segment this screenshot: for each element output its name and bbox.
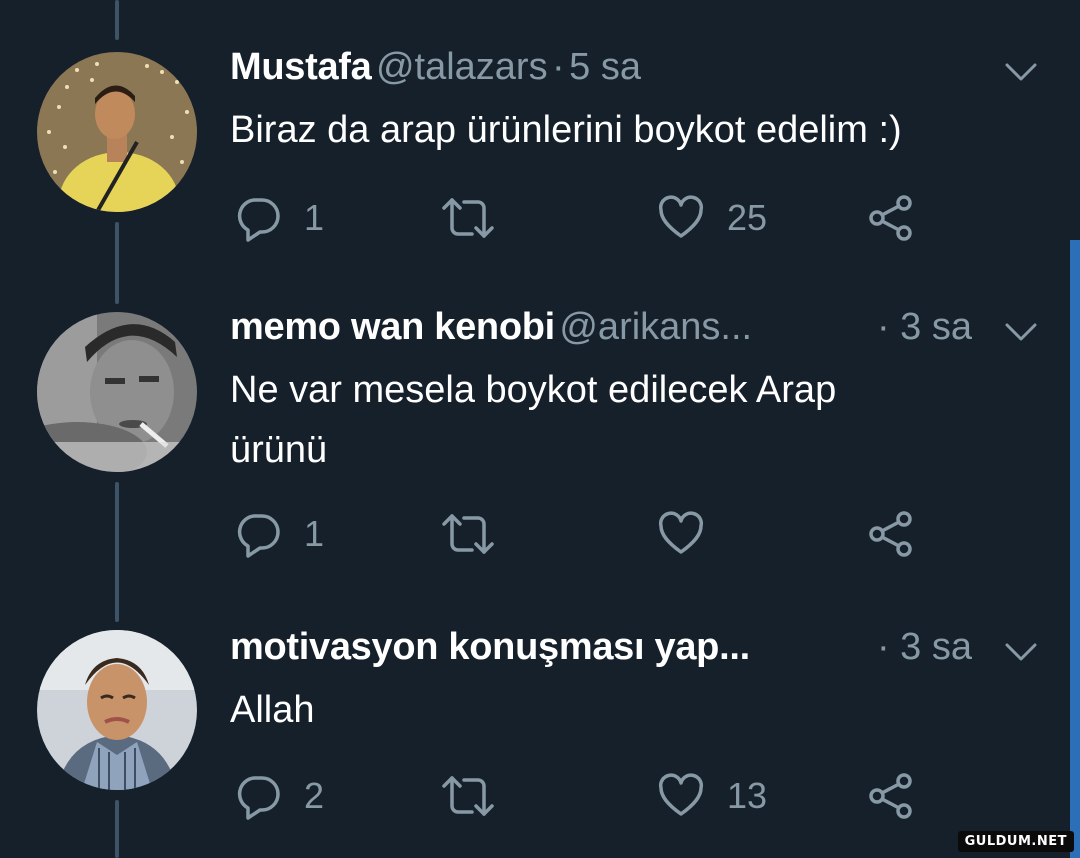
user-name[interactable]: Mustafa bbox=[230, 46, 372, 88]
reply-button[interactable]: 1 bbox=[234, 510, 324, 558]
user-name[interactable]: motivasyon konuşması yap... bbox=[230, 626, 750, 668]
timestamp[interactable]: · 3 sa bbox=[877, 306, 972, 349]
time-separator: · bbox=[552, 46, 565, 88]
reply-count: 2 bbox=[304, 775, 325, 816]
avatar[interactable] bbox=[37, 52, 197, 212]
reply-count: 1 bbox=[304, 197, 325, 238]
avatar[interactable] bbox=[37, 630, 197, 790]
tweet-1[interactable]: Mustafa @talazars · 5 sa Biraz da arap ü… bbox=[0, 0, 1080, 260]
share-button[interactable] bbox=[866, 510, 916, 558]
heart-icon bbox=[658, 195, 704, 238]
tweet-text: Allah bbox=[230, 689, 315, 731]
tweet-text-line-2: ürünü bbox=[230, 429, 328, 471]
timestamp[interactable]: 5 sa bbox=[569, 46, 641, 88]
reply-button[interactable]: 1 bbox=[234, 194, 324, 242]
avatar[interactable] bbox=[37, 312, 197, 472]
like-count: 13 bbox=[727, 775, 768, 816]
tweet-3[interactable]: motivasyon konuşması yap... · 3 sa Allah… bbox=[0, 620, 1080, 858]
heart-icon bbox=[658, 511, 704, 554]
reply-button[interactable]: 2 bbox=[234, 772, 324, 820]
tweet-2[interactable]: memo wan kenobi @arikans... · 3 sa Ne va… bbox=[0, 300, 1080, 580]
retweet-icon bbox=[442, 514, 494, 554]
retweet-button[interactable] bbox=[440, 772, 496, 820]
retweet-icon bbox=[442, 198, 494, 238]
share-icon bbox=[869, 773, 912, 819]
like-button[interactable] bbox=[657, 510, 705, 558]
share-button[interactable] bbox=[866, 772, 916, 820]
chevron-down-icon[interactable] bbox=[1004, 642, 1038, 662]
avatar-image bbox=[37, 52, 197, 212]
retweet-button[interactable] bbox=[440, 194, 496, 242]
reply-icon bbox=[237, 514, 280, 558]
reply-count: 1 bbox=[304, 513, 325, 554]
tweet-header: Mustafa @talazars · 5 sa bbox=[230, 46, 1080, 96]
reply-icon bbox=[237, 776, 280, 820]
watermark: GULDUM.NET bbox=[957, 831, 1074, 852]
chevron-down-icon[interactable] bbox=[1004, 322, 1038, 342]
heart-icon bbox=[658, 773, 704, 816]
scrollbar[interactable] bbox=[1070, 240, 1080, 858]
user-handle[interactable]: @arikans... bbox=[559, 306, 752, 348]
tweet-text-line-1: Ne var mesela boykot edilecek Arap bbox=[230, 369, 837, 411]
like-count: 25 bbox=[727, 197, 768, 238]
avatar-image bbox=[37, 312, 197, 472]
share-icon bbox=[869, 511, 912, 557]
like-button[interactable]: 13 bbox=[657, 772, 767, 820]
reply-icon bbox=[237, 198, 280, 242]
retweet-button[interactable] bbox=[440, 510, 496, 558]
user-handle[interactable]: @talazars bbox=[376, 46, 548, 88]
avatar-image bbox=[37, 630, 197, 790]
user-name[interactable]: memo wan kenobi bbox=[230, 306, 555, 348]
retweet-icon bbox=[442, 776, 494, 816]
timestamp[interactable]: · 3 sa bbox=[877, 626, 972, 669]
like-button[interactable]: 25 bbox=[657, 194, 767, 242]
share-icon bbox=[869, 195, 912, 241]
share-button[interactable] bbox=[866, 194, 916, 242]
chevron-down-icon[interactable] bbox=[1004, 62, 1038, 82]
tweet-text: Biraz da arap ürünlerini boykot edelim :… bbox=[230, 109, 902, 151]
tweet-text: Ne var mesela boykot edilecek Arap ürünü bbox=[230, 360, 1010, 480]
